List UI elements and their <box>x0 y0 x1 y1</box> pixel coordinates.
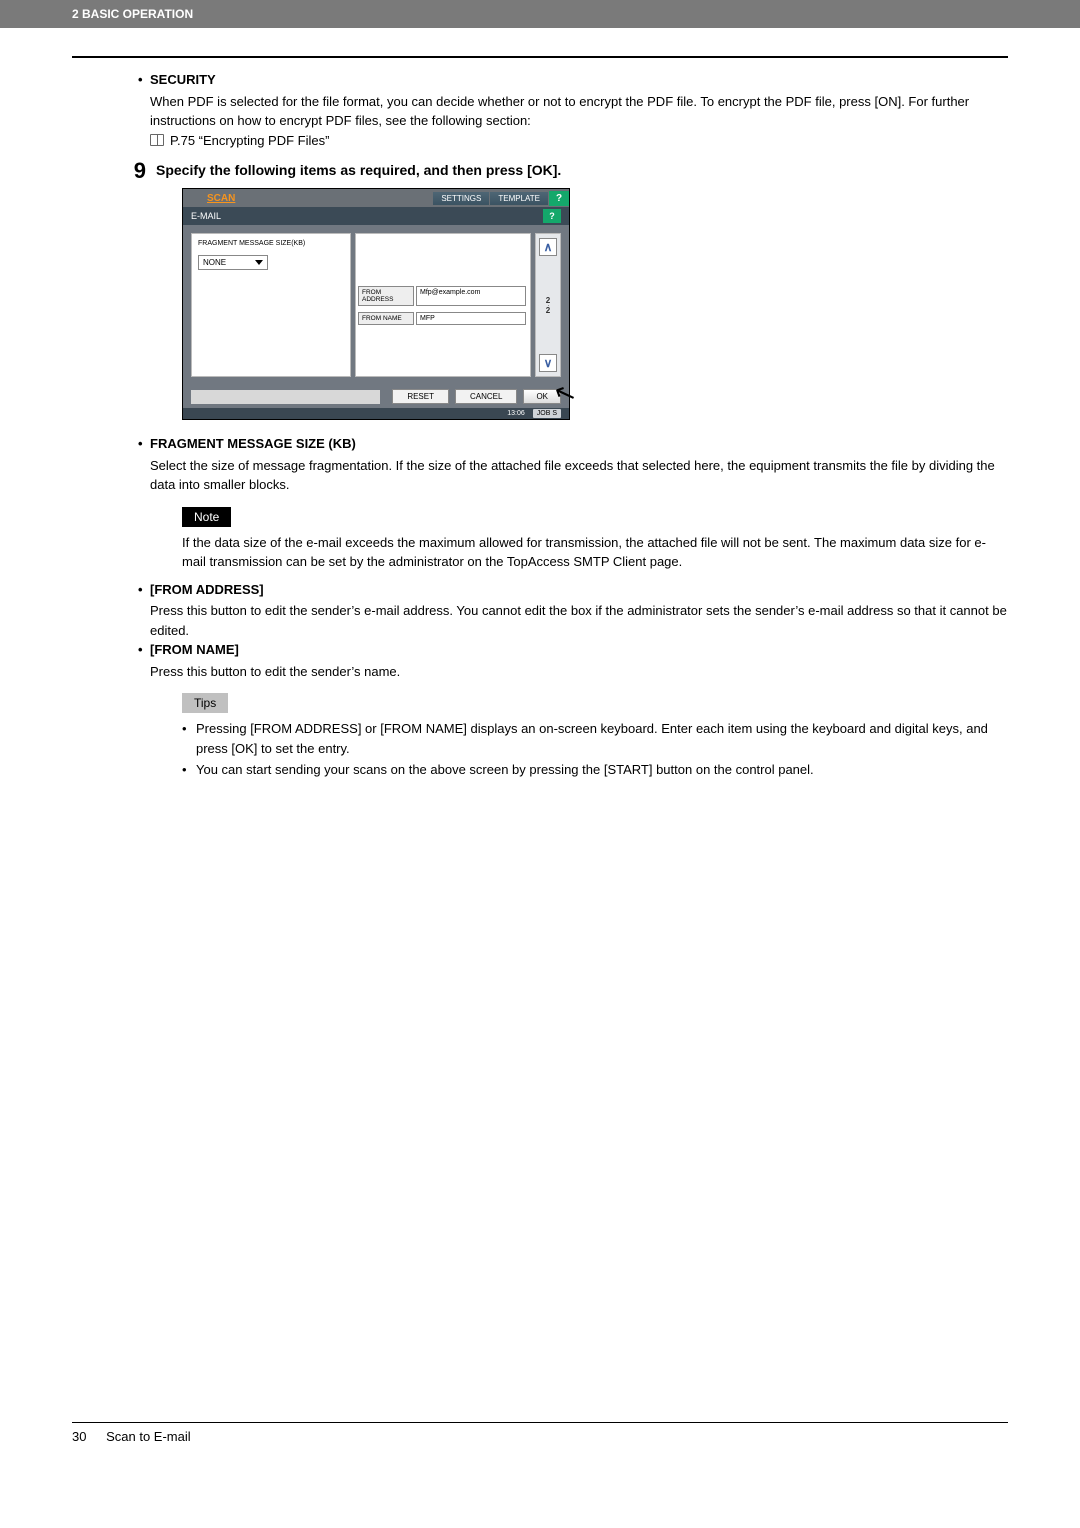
from-name-button[interactable]: FROM NAME <box>358 312 414 325</box>
bottom-empty-bar <box>191 390 380 404</box>
tips-item-2: • You can start sending your scans on th… <box>182 760 1008 780</box>
fragment-size-label: FRAGMENT MESSAGE SIZE(KB) <box>198 240 344 247</box>
scan-bottom-bar: RESET CANCEL OK ↖ <box>183 385 569 408</box>
tips-item-1: • Pressing [FROM ADDRESS] or [FROM NAME]… <box>182 719 1008 758</box>
scan-title: SCAN <box>183 193 235 204</box>
from-address-button[interactable]: FROM ADDRESS <box>358 286 414 306</box>
scan-subbar: E-MAIL ? <box>183 207 569 225</box>
security-link[interactable]: P.75 “Encrypting PDF Files” <box>170 131 329 151</box>
left-panel: FRAGMENT MESSAGE SIZE(KB) NONE <box>191 233 351 377</box>
time-label: 13:06 <box>507 410 525 417</box>
security-block: • SECURITY <box>72 70 1008 90</box>
reset-button[interactable]: RESET <box>392 389 449 404</box>
settings-button[interactable]: SETTINGS <box>433 192 489 205</box>
bullet-icon: • <box>138 434 143 454</box>
from-address-value: Mfp@example.com <box>416 286 526 306</box>
bullet-icon: • <box>138 580 143 600</box>
bullet-icon: • <box>138 640 143 660</box>
from-address-body: Press this button to edit the sender’s e… <box>72 601 1008 640</box>
header-chapter: 2 BASIC OPERATION <box>0 0 1080 28</box>
help-icon[interactable]: ? <box>543 209 561 223</box>
scroll-sidebar: ∧ 2 2 ∨ <box>535 233 561 377</box>
top-rule <box>72 56 1008 58</box>
from-name-value: MFP <box>416 312 526 325</box>
tips-list: • Pressing [FROM ADDRESS] or [FROM NAME]… <box>72 719 1008 780</box>
help-icon[interactable]: ? <box>549 191 569 206</box>
fragment-size-select[interactable]: NONE <box>198 255 268 270</box>
fragment-block: • FRAGMENT MESSAGE SIZE (KB) <box>72 434 1008 454</box>
scan-top-bar: SCAN SETTINGS TEMPLATE ? <box>183 189 569 207</box>
from-name-body: Press this button to edit the sender’s n… <box>72 662 1008 682</box>
right-panel: FROM ADDRESS Mfp@example.com FROM NAME M… <box>355 233 531 377</box>
footer: 30 Scan to E-mail <box>72 1429 1008 1444</box>
fragment-title: FRAGMENT MESSAGE SIZE (KB) <box>150 436 356 451</box>
bullet-icon: • <box>138 70 143 90</box>
page-indicator: 2 2 <box>546 296 550 315</box>
footer-rule <box>72 1422 1008 1423</box>
fragment-body: Select the size of message fragmentation… <box>72 456 1008 495</box>
step-text: Specify the following items as required,… <box>156 158 561 184</box>
note-body: If the data size of the e-mail exceeds t… <box>72 533 1008 572</box>
jobs-button[interactable]: JOB S <box>533 409 561 418</box>
chevron-down-icon <box>255 260 263 265</box>
scan-panel: SCAN SETTINGS TEMPLATE ? E-MAIL ? FRAGME… <box>182 188 570 420</box>
template-button[interactable]: TEMPLATE <box>490 192 548 205</box>
email-label: E-MAIL <box>191 211 221 221</box>
page-number: 30 <box>72 1429 86 1444</box>
fragment-size-value: NONE <box>203 258 226 267</box>
security-ref: P.75 “Encrypting PDF Files” <box>72 131 1008 151</box>
tips-badge: Tips <box>182 693 228 713</box>
bullet-icon: • <box>182 760 187 780</box>
cancel-button[interactable]: CANCEL <box>455 389 517 404</box>
footer-section: Scan to E-mail <box>106 1429 191 1444</box>
from-address-title: [FROM ADDRESS] <box>150 582 264 597</box>
step-number: 9 <box>72 158 146 184</box>
from-name-block: • [FROM NAME] <box>72 640 1008 660</box>
ok-button[interactable]: OK ↖ <box>523 389 561 404</box>
book-icon <box>150 134 164 146</box>
from-address-block: • [FROM ADDRESS] <box>72 580 1008 600</box>
cursor-icon: ↖ <box>550 375 581 412</box>
scan-footer: 13:06 JOB S <box>183 408 569 419</box>
note-badge: Note <box>182 507 231 527</box>
bullet-icon: • <box>182 719 187 739</box>
scroll-up-button[interactable]: ∧ <box>539 238 557 256</box>
security-body: When PDF is selected for the file format… <box>72 92 1008 131</box>
security-title: SECURITY <box>150 72 216 87</box>
from-name-title: [FROM NAME] <box>150 642 239 657</box>
scroll-down-button[interactable]: ∨ <box>539 354 557 372</box>
